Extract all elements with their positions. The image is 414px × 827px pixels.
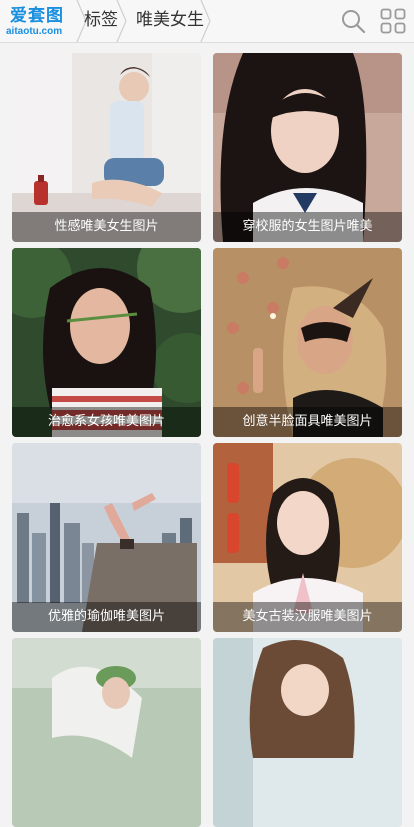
breadcrumb-tags[interactable]: 标签: [84, 0, 118, 42]
gallery-card[interactable]: 性感唯美女生图片: [12, 53, 201, 242]
gallery-card[interactable]: 美女古装汉服唯美图片: [213, 443, 402, 632]
breadcrumb-current[interactable]: 唯美女生: [136, 0, 204, 42]
gallery-card[interactable]: 治愈系女孩唯美图片: [12, 248, 201, 437]
card-image: [213, 638, 402, 827]
card-caption: 创意半脸面具唯美图片: [213, 407, 402, 437]
logo-text: 爱套图: [10, 6, 64, 26]
gallery-card[interactable]: 优雅的瑜伽唯美图片: [12, 443, 201, 632]
card-caption: 性感唯美女生图片: [12, 212, 201, 242]
site-logo[interactable]: 爱套图 aitaotu.com: [6, 6, 76, 38]
card-caption: 穿校服的女生图片唯美: [213, 212, 402, 242]
top-bar: 爱套图 aitaotu.com 标签 唯美女生: [0, 0, 414, 43]
search-icon[interactable]: [340, 8, 366, 34]
logo-domain: aitaotu.com: [6, 26, 63, 37]
card-caption: 优雅的瑜伽唯美图片: [12, 602, 201, 632]
card-caption: 治愈系女孩唯美图片: [12, 407, 201, 437]
card-caption: 美女古装汉服唯美图片: [213, 602, 402, 632]
breadcrumb-separator-icon: [116, 0, 127, 42]
gallery-card[interactable]: 穿校服的女生图片唯美: [213, 53, 402, 242]
gallery-card[interactable]: [12, 638, 201, 827]
gallery-card[interactable]: [213, 638, 402, 827]
grid-menu-icon[interactable]: [380, 8, 406, 34]
breadcrumb-separator-icon: [200, 0, 211, 42]
gallery-card[interactable]: 创意半脸面具唯美图片: [213, 248, 402, 437]
card-image: [12, 638, 201, 827]
